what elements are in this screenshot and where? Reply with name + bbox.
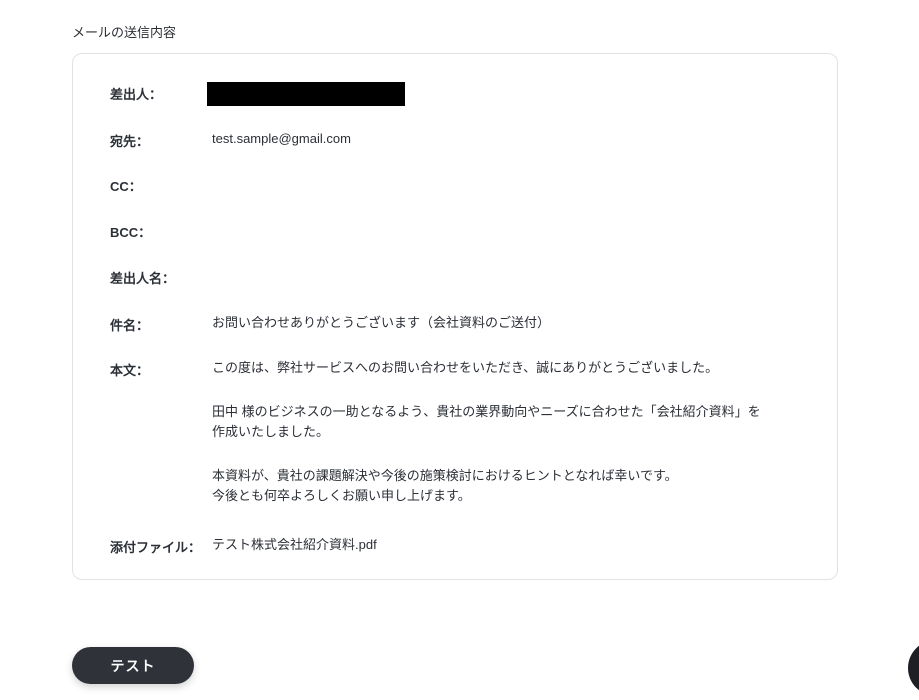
body-line-3: 作成いたしました。 bbox=[212, 424, 330, 439]
bcc-label: BCC： bbox=[110, 225, 152, 240]
subject-value: お問い合わせありがとうございます（会社資料のご送付） bbox=[212, 315, 551, 330]
subject-label: 件名： bbox=[110, 318, 150, 333]
to-label: 宛先： bbox=[110, 134, 150, 149]
floating-action-button[interactable] bbox=[908, 640, 919, 696]
sender-name-label: 差出人名： bbox=[110, 271, 176, 286]
email-content-card: 差出人： 宛先： test.sample@gmail.com CC： BCC： … bbox=[72, 53, 838, 580]
body-label: 本文： bbox=[110, 363, 150, 378]
sender-redacted-value bbox=[207, 82, 405, 106]
sender-label: 差出人： bbox=[110, 87, 163, 102]
body-line-5: 今後とも何卒よろしくお願い申し上げます。 bbox=[212, 488, 471, 503]
cc-label: CC： bbox=[110, 179, 142, 194]
section-title: メールの送信内容 bbox=[72, 25, 177, 40]
body-line-4: 本資料が、貴社の課題解決や今後の施策検討におけるヒントとなれば幸いです。 bbox=[212, 468, 678, 483]
body-line-1: この度は、弊社サービスへのお問い合わせをいただき、誠にありがとうございました。 bbox=[212, 360, 719, 375]
attachment-value: テスト株式会社紹介資料.pdf bbox=[212, 537, 377, 552]
attachment-label: 添付ファイル： bbox=[110, 540, 202, 555]
to-value: test.sample@gmail.com bbox=[212, 131, 351, 146]
body-line-2: 田中 様のビジネスの一助となるよう、貴社の業界動向やニーズに合わせた「会社紹介資… bbox=[212, 404, 761, 419]
test-button[interactable]: テスト bbox=[72, 647, 194, 684]
